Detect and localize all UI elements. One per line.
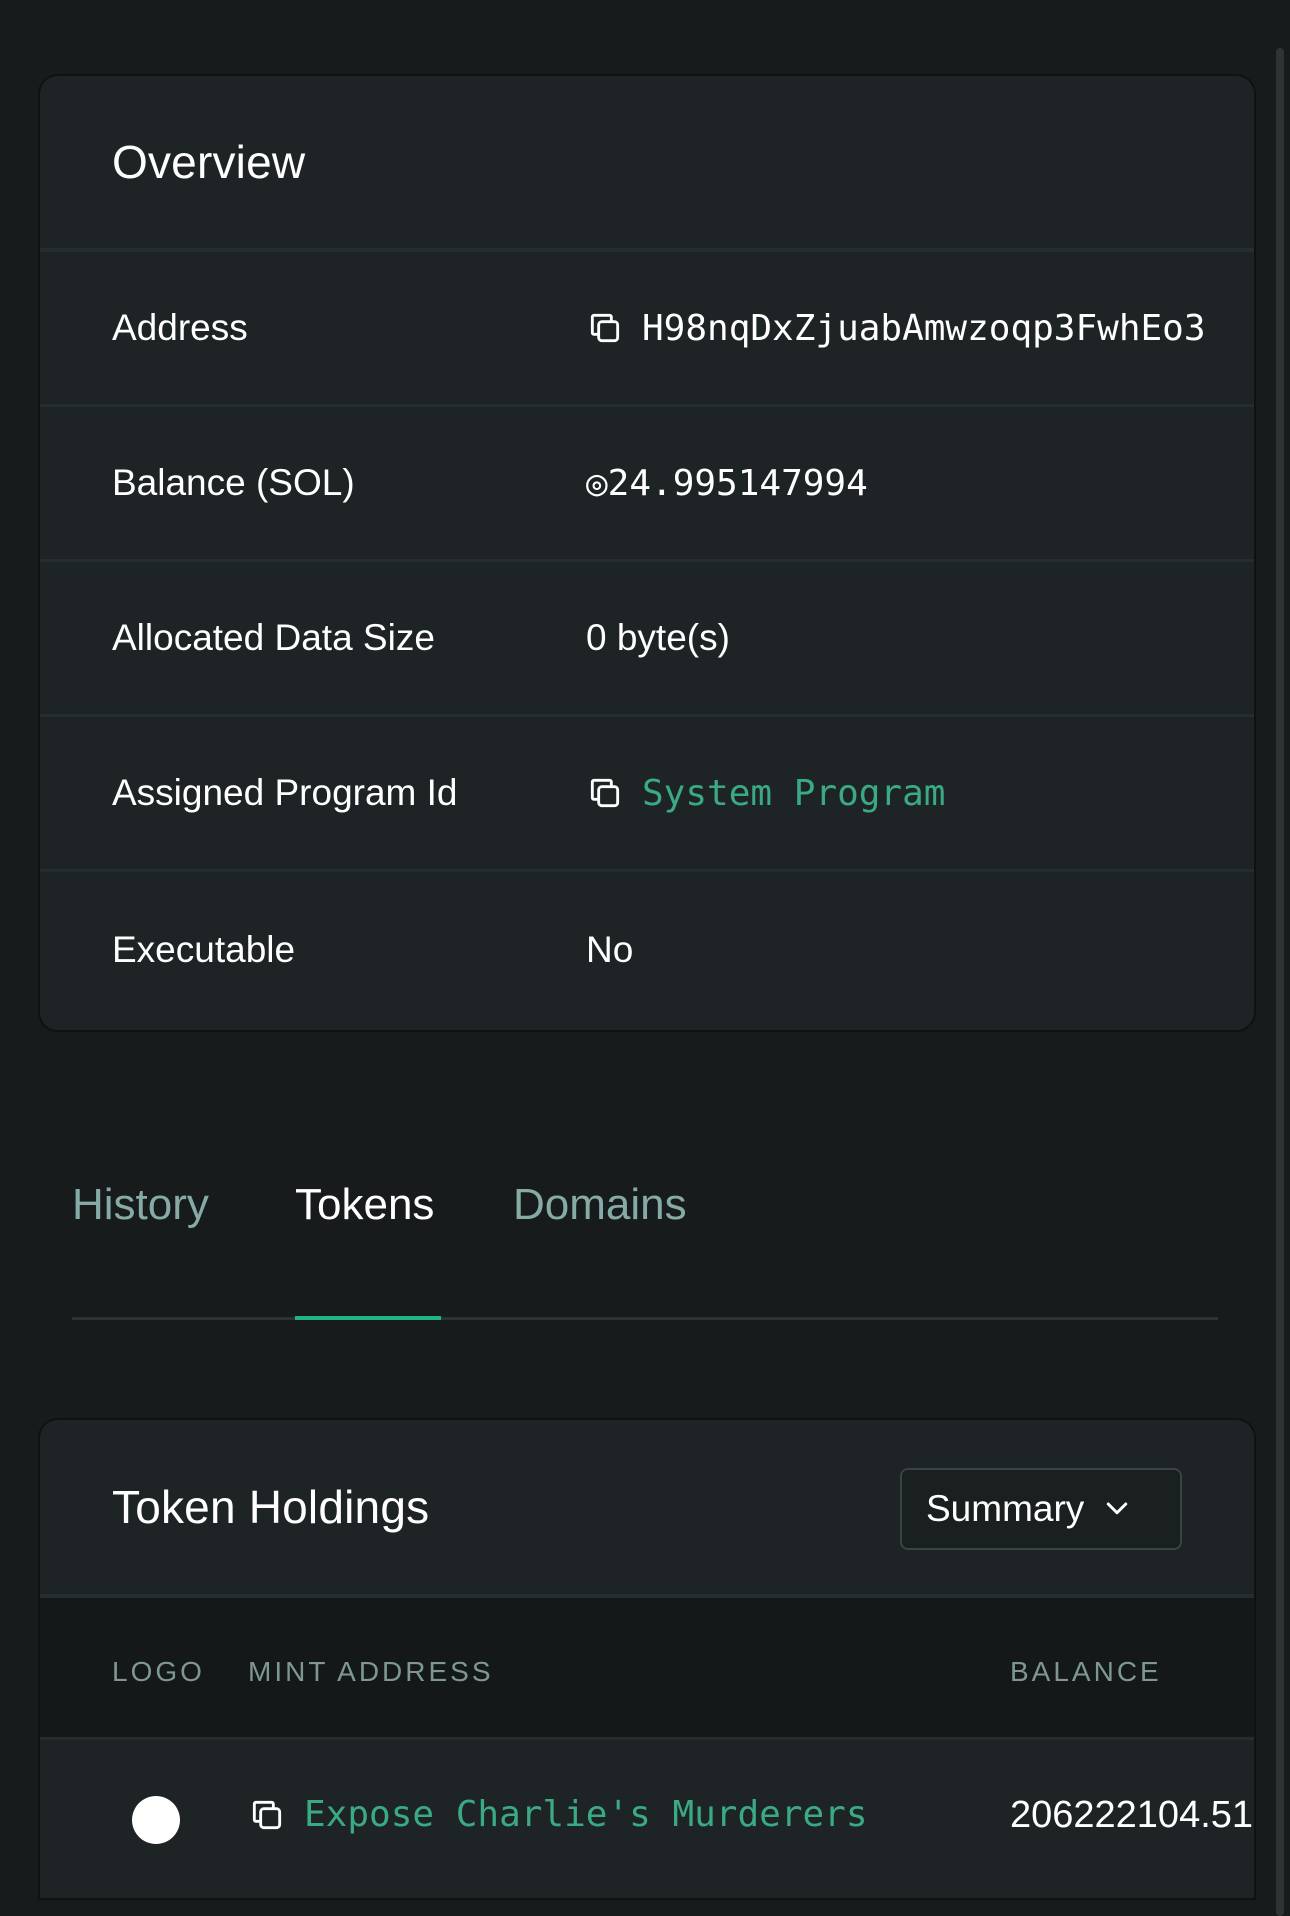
- view-select-dropdown[interactable]: Summary: [900, 1468, 1182, 1550]
- address-text: H98nqDxZjuabAmwzoqp3FwhEo3: [642, 307, 1206, 349]
- column-mint-address: MINT ADDRESS: [248, 1656, 494, 1687]
- executable-value: No: [586, 928, 634, 970]
- address-value: H98nqDxZjuabAmwzoqp3FwhEo3: [586, 308, 1206, 349]
- program-id-label: Assigned Program Id: [112, 772, 458, 813]
- token-logo: [132, 1796, 180, 1844]
- copy-icon[interactable]: [586, 774, 624, 812]
- token-holdings-card: Token Holdings Summary LOGO MINT ADDRESS…: [38, 1418, 1256, 1900]
- chevron-down-icon: [1107, 1502, 1128, 1515]
- overview-header: Overview: [40, 76, 1254, 252]
- vertical-scrollbar[interactable]: [1276, 48, 1284, 1916]
- program-id-link[interactable]: System Program: [642, 773, 945, 814]
- address-row: Address H98nqDxZjuabAmwzoqp3FwhEo3: [40, 252, 1254, 407]
- page: Overview Address H98nqDxZjuabAmwzoqp3Fwh…: [0, 0, 1290, 1916]
- balance-value: ◎24.995147994: [586, 462, 868, 504]
- column-balance: BALANCE: [1010, 1656, 1162, 1687]
- overview-title: Overview: [112, 136, 306, 188]
- token-holdings-header: Token Holdings Summary: [40, 1420, 1254, 1598]
- mint-address-link[interactable]: Expose Charlie's Murderers: [304, 1794, 868, 1835]
- balance-row: Balance (SOL) ◎24.995147994: [40, 407, 1254, 562]
- copy-icon[interactable]: [586, 309, 624, 347]
- executable-label: Executable: [112, 928, 296, 970]
- executable-row: Executable No: [40, 872, 1254, 1027]
- token-holdings-title: Token Holdings: [112, 1481, 430, 1533]
- copy-icon[interactable]: [248, 1796, 286, 1834]
- data-size-label: Allocated Data Size: [112, 617, 435, 658]
- tab-domains[interactable]: Domains: [513, 1180, 687, 1230]
- overview-card: Overview Address H98nqDxZjuabAmwzoqp3Fwh…: [38, 74, 1256, 1032]
- active-tab-indicator: [295, 1316, 441, 1320]
- mint-cell: Expose Charlie's Murderers: [248, 1794, 868, 1835]
- program-id-row: Assigned Program Id System Program: [40, 717, 1254, 872]
- program-id-value: System Program: [586, 773, 945, 814]
- token-table-header: LOGO MINT ADDRESS BALANCE: [40, 1598, 1254, 1740]
- view-select-label: Summary: [926, 1488, 1085, 1529]
- address-label: Address: [112, 307, 248, 348]
- data-size-row: Allocated Data Size 0 byte(s): [40, 562, 1254, 717]
- balance-label: Balance (SOL): [112, 462, 355, 503]
- table-row: Expose Charlie's Murderers 206222104.51: [40, 1740, 1254, 1898]
- tab-tokens[interactable]: Tokens: [295, 1180, 434, 1230]
- data-size-value: 0 byte(s): [586, 617, 730, 658]
- tab-history[interactable]: History: [72, 1180, 209, 1230]
- token-balance: 206222104.51: [1010, 1794, 1254, 1836]
- column-logo: LOGO: [112, 1656, 205, 1687]
- account-tabs: History Tokens Domains: [72, 1170, 1218, 1320]
